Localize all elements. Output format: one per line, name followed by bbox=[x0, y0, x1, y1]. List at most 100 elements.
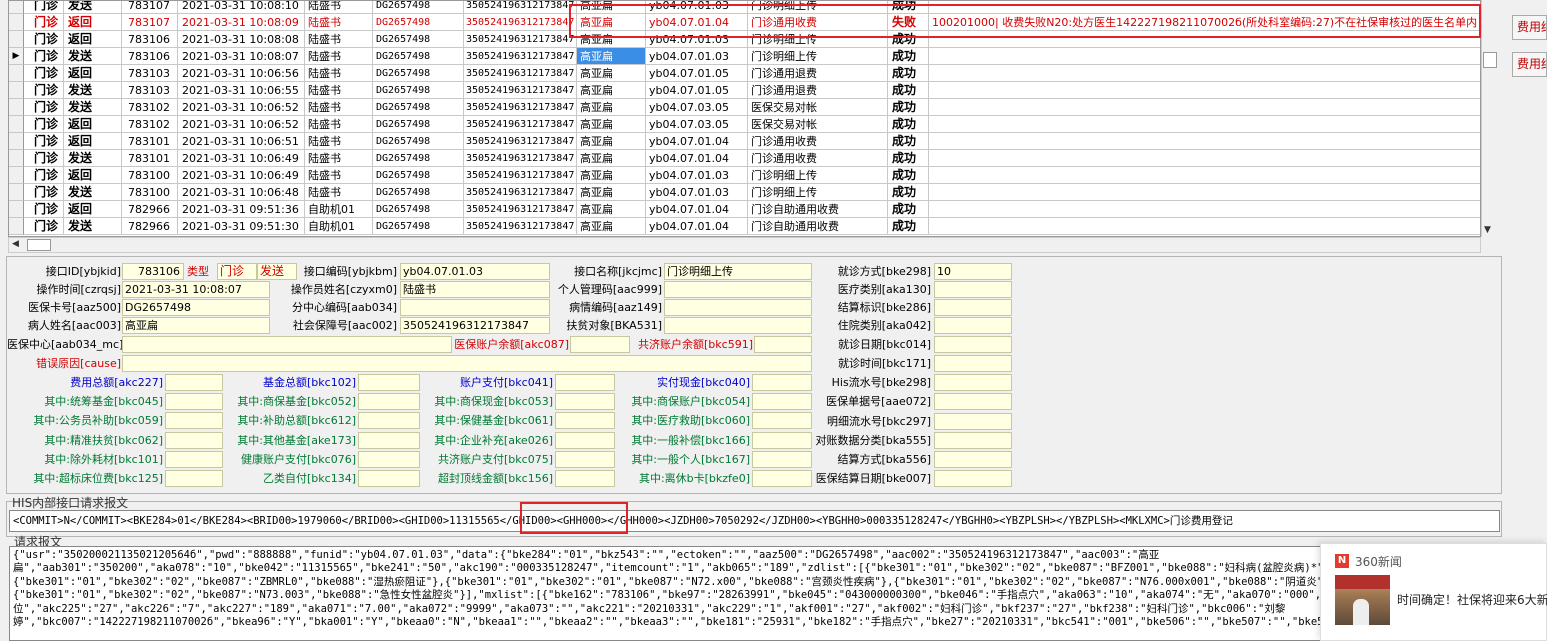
fee-settle-button-1[interactable]: 费用结算 bbox=[1512, 15, 1547, 40]
vertical-scroll-thumb[interactable] bbox=[1483, 52, 1497, 68]
amount-field[interactable] bbox=[555, 450, 615, 468]
amount-field[interactable] bbox=[165, 393, 223, 411]
amount-label: 其中:商保现金[bkc053] bbox=[434, 395, 553, 409]
ins-bill-no-field[interactable] bbox=[934, 393, 1012, 410]
cell-id: 782966 bbox=[122, 201, 178, 218]
news-thumbnail-image[interactable] bbox=[1335, 575, 1390, 625]
request-message-text[interactable]: {"usr":"35020002113502120564б","pwd":"88… bbox=[9, 546, 1502, 641]
settle-method-field[interactable] bbox=[934, 451, 1012, 468]
acct-balance-field[interactable] bbox=[570, 336, 630, 353]
his-serial-field[interactable] bbox=[934, 374, 1012, 391]
news-headline[interactable]: 时间确定！社保将迎来6大新 bbox=[1397, 591, 1547, 608]
cell-id: 783106 bbox=[122, 48, 178, 65]
amount-label: 账户支付[bkc041] bbox=[460, 376, 553, 389]
sub-center-field[interactable] bbox=[400, 299, 550, 316]
amount-field[interactable] bbox=[165, 431, 223, 449]
visit-time-field[interactable] bbox=[934, 355, 1012, 372]
amount-field[interactable] bbox=[555, 412, 615, 430]
amount-field[interactable] bbox=[555, 431, 615, 449]
cell-id: 783107 bbox=[122, 14, 178, 31]
table-row[interactable]: ▶ 门诊 发送 783106 2021-03-31 10:08:07 陆盛书 DG26574… bbox=[9, 48, 1480, 65]
cell-result: 成功 bbox=[888, 218, 929, 235]
cell-dir: 发送 bbox=[64, 82, 122, 99]
amount-field[interactable] bbox=[752, 450, 812, 468]
cell-time: 2021-03-31 10:06:49 bbox=[178, 150, 305, 167]
amount-field[interactable] bbox=[752, 374, 812, 391]
error-reason-field[interactable] bbox=[122, 355, 812, 372]
amount-field[interactable] bbox=[165, 412, 223, 430]
patient-name-field[interactable]: 高亚扁 bbox=[122, 317, 270, 334]
mutual-balance-field[interactable] bbox=[754, 336, 812, 353]
ssn-field[interactable]: 350524196312173847 bbox=[400, 317, 550, 334]
amount-field[interactable] bbox=[358, 393, 420, 411]
table-row[interactable]: 门诊 发送 783102 2021-03-31 10:06:52 陆盛书 DG265749… bbox=[9, 99, 1480, 116]
scroll-down-arrow-icon[interactable]: ▼ bbox=[1484, 225, 1491, 235]
amount-field[interactable] bbox=[555, 470, 615, 487]
row-indicator bbox=[9, 167, 24, 184]
amount-field[interactable] bbox=[555, 374, 615, 391]
poverty-field[interactable] bbox=[664, 317, 812, 334]
med-type-field[interactable] bbox=[934, 281, 1012, 298]
table-row[interactable]: 门诊 返回 783101 2021-03-31 10:06:51 陆盛书 DG265749… bbox=[9, 133, 1480, 150]
cell-result: 成功 bbox=[888, 133, 929, 150]
cell-name: 高亚扁 bbox=[577, 48, 646, 65]
table-row[interactable]: 门诊 返回 782966 2021-03-31 09:51:36 自助机01 DG2657… bbox=[9, 201, 1480, 218]
horizontal-scroll-thumb[interactable] bbox=[27, 239, 51, 251]
news-popup[interactable]: N 360新闻 时间确定！社保将迎来6大新 bbox=[1320, 543, 1547, 641]
amount-field[interactable] bbox=[555, 393, 615, 411]
news-logo-icon: N bbox=[1335, 554, 1349, 568]
table-row[interactable]: 门诊 发送 782966 2021-03-31 09:51:30 自助机01 DG2657… bbox=[9, 218, 1480, 235]
detail-form: 接口ID[ybjkid] 783106 类型 门诊 发送 接口编码[ybjkbm… bbox=[6, 256, 1502, 494]
table-row[interactable]: 门诊 发送 783101 2021-03-31 10:06:49 陆盛书 DG265749… bbox=[9, 150, 1480, 167]
visit-date-field[interactable] bbox=[934, 336, 1012, 353]
grid-vertical-scrollbar[interactable]: ▼ bbox=[1481, 0, 1497, 237]
scroll-left-arrow-icon[interactable]: ◀ bbox=[12, 239, 19, 249]
amount-field[interactable] bbox=[165, 450, 223, 468]
amount-field[interactable] bbox=[165, 470, 223, 487]
amount-field[interactable] bbox=[358, 431, 420, 449]
amount-field[interactable] bbox=[752, 412, 812, 430]
fee-settle-button-2[interactable]: 费用结算 bbox=[1512, 52, 1547, 77]
amount-field[interactable] bbox=[752, 393, 812, 411]
iface-id-field[interactable]: 783106 bbox=[122, 263, 184, 280]
cell-iface: 门诊通用收费 bbox=[748, 150, 888, 167]
grid-horizontal-scrollbar[interactable]: ◀ bbox=[8, 237, 1481, 253]
iface-name-field[interactable]: 门诊明细上传 bbox=[664, 263, 812, 280]
amount-field[interactable] bbox=[752, 470, 812, 487]
visit-mode-field[interactable]: 10 bbox=[934, 263, 1012, 280]
card-no-field[interactable]: DG2657498 bbox=[122, 299, 270, 316]
operator-field[interactable]: 陆盛书 bbox=[400, 281, 550, 298]
table-row[interactable]: 门诊 返回 783100 2021-03-31 10:06:49 陆盛书 DG265749… bbox=[9, 167, 1480, 184]
disease-code-field[interactable] bbox=[664, 299, 812, 316]
amount-field[interactable] bbox=[358, 412, 420, 430]
cell-code: yb04.07.01.05 bbox=[646, 65, 748, 82]
type-field[interactable]: 门诊 bbox=[217, 263, 257, 280]
op-time-field[interactable]: 2021-03-31 10:08:07 bbox=[122, 281, 270, 298]
detail-serial-field[interactable] bbox=[934, 413, 1012, 430]
amount-field[interactable] bbox=[752, 431, 812, 449]
amount-field[interactable] bbox=[358, 450, 420, 468]
table-row[interactable]: 门诊 返回 783103 2021-03-31 10:06:56 陆盛书 DG265749… bbox=[9, 65, 1480, 82]
cell-name: 高亚扁 bbox=[577, 184, 646, 201]
amount-field[interactable] bbox=[358, 470, 420, 487]
amount-field[interactable] bbox=[358, 374, 420, 391]
table-row[interactable]: 门诊 发送 783103 2021-03-31 10:06:55 陆盛书 DG265749… bbox=[9, 82, 1480, 99]
ins-settle-date-field[interactable] bbox=[934, 470, 1012, 487]
his-request-text[interactable]: <COMMIT>N</COMMIT><BKE284>01</BKE284><BR… bbox=[9, 510, 1500, 532]
cell-dir: 返回 bbox=[64, 201, 122, 218]
amount-label: 超封顶线金额[bkc156] bbox=[438, 472, 553, 485]
recon-cat-field[interactable] bbox=[934, 432, 1012, 449]
amount-field[interactable] bbox=[165, 374, 223, 391]
table-row[interactable]: 门诊 发送 783100 2021-03-31 10:06:48 陆盛书 DG265749… bbox=[9, 184, 1480, 201]
center-field[interactable] bbox=[122, 336, 452, 353]
personal-no-field[interactable] bbox=[664, 281, 812, 298]
settle-method-label: 结算方式[bka556] bbox=[837, 453, 931, 466]
direction-field[interactable]: 发送 bbox=[257, 263, 297, 280]
cell-dir: 发送 bbox=[64, 150, 122, 167]
cell-card: DG2657498 bbox=[373, 14, 464, 31]
inpatient-type-field[interactable] bbox=[934, 317, 1012, 334]
table-row[interactable]: 门诊 返回 783102 2021-03-31 10:06:52 陆盛书 DG265749… bbox=[9, 116, 1480, 133]
iface-code-field[interactable]: yb04.07.01.03 bbox=[400, 263, 550, 280]
card-no-label: 医保卡号[aaz500] bbox=[28, 301, 121, 314]
settle-flag-field[interactable] bbox=[934, 299, 1012, 316]
